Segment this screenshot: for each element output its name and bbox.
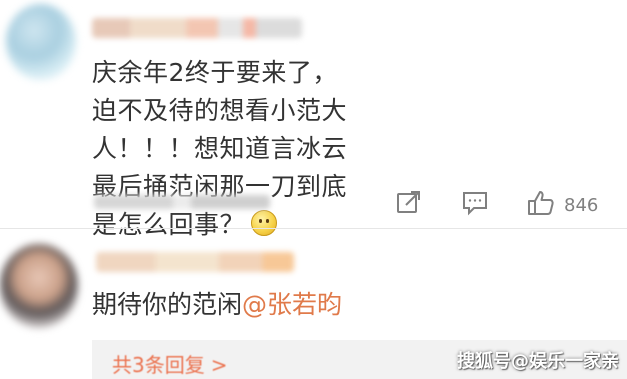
username-blurred[interactable] xyxy=(92,18,302,38)
mention-link[interactable]: @张若昀 xyxy=(242,290,342,319)
divider xyxy=(0,228,627,229)
share-icon xyxy=(394,188,422,220)
repost-button[interactable] xyxy=(394,188,422,220)
like-button[interactable]: 846 xyxy=(526,188,598,222)
view-replies-label: 共3条回复 xyxy=(112,353,205,377)
comment-icon xyxy=(460,188,490,220)
avatar[interactable] xyxy=(6,4,76,80)
username-blurred[interactable] xyxy=(96,252,294,272)
reply-body: 期待你的范闲 xyxy=(92,290,243,319)
reply-text: 期待你的范闲@张若昀 xyxy=(92,286,342,324)
avatar[interactable] xyxy=(0,244,78,328)
watermark: 搜狐号@娱乐一家亲 xyxy=(457,351,619,372)
thumbs-up-icon xyxy=(526,188,556,222)
view-replies-link[interactable]: 共3条回复 > xyxy=(112,349,228,378)
like-count: 846 xyxy=(564,194,599,216)
comment-text: 庆余年2终于要来了，迫不及待的想看小范大人！！！想知道言冰云最后捅范闲那一刀到底… xyxy=(92,54,352,244)
comment-timestamp-blurred xyxy=(94,195,270,209)
comment-body: 庆余年2终于要来了，迫不及待的想看小范大人！！！想知道言冰云最后捅范闲那一刀到底… xyxy=(92,58,348,239)
thinking-face-emoji-icon xyxy=(251,210,278,236)
comment-button[interactable] xyxy=(460,188,490,220)
chevron-right-icon: > xyxy=(210,353,228,377)
